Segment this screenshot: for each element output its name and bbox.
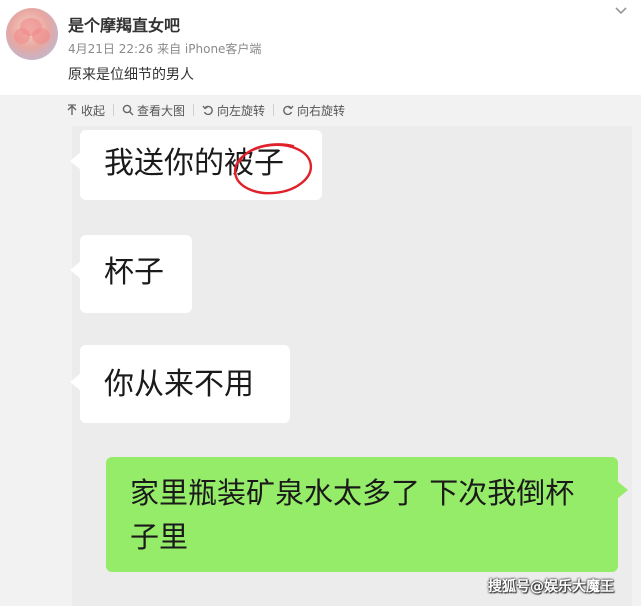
chat-message-text: 你从来不用: [104, 367, 254, 402]
bubble-tail: [70, 261, 81, 279]
username[interactable]: 是个摩羯直女吧: [68, 12, 180, 36]
rotate-left-label: 向左旋转: [217, 103, 266, 118]
rotate-right-button[interactable]: 向右旋转: [282, 102, 345, 119]
post-text: 原来是位细节的男人: [68, 67, 194, 83]
chat-message-text: 杯子: [104, 255, 164, 290]
chat-bubble-received: 杯子: [70, 235, 192, 313]
post-meta: 4月21日 22:26 来自 iPhone客户端: [68, 42, 262, 56]
collapse-icon: [67, 104, 77, 115]
collapse-button[interactable]: 收起: [66, 102, 105, 119]
rotate-right-icon: [283, 105, 294, 116]
rotate-left-button[interactable]: 向左旋转: [202, 102, 265, 119]
chat-bubble-received: 我送你的被子: [70, 130, 322, 200]
image-toolbar: 收起 查看大图 向左旋转 向右旋转: [66, 98, 351, 122]
user-avatar[interactable]: [6, 8, 58, 60]
chat-message-text: 家里瓶装矿泉水太多了 下次我倒杯子里: [130, 476, 575, 554]
rotate-left-icon: [202, 105, 213, 116]
bubble-tail: [70, 373, 81, 391]
avatar-flower-petal: [32, 28, 50, 44]
bubble-tail: [617, 481, 628, 499]
source-watermark: 搜狐号@娱乐大魔王: [488, 579, 614, 595]
bubble-tail: [70, 152, 81, 170]
avatar-flower-petal: [14, 28, 30, 44]
chat-bubble-sent: 家里瓶装矿泉水太多了 下次我倒杯子里: [106, 457, 628, 572]
view-large-button[interactable]: 查看大图: [122, 102, 185, 119]
toolbar-divider: [193, 104, 195, 116]
toolbar-divider: [273, 104, 275, 116]
collapse-label: 收起: [81, 103, 106, 118]
search-icon: [122, 104, 134, 116]
chat-message-text: 我送你的被子: [104, 146, 284, 181]
view-large-label: 查看大图: [137, 103, 186, 118]
chevron-down-icon[interactable]: [614, 4, 628, 18]
rotate-right-label: 向右旋转: [297, 103, 346, 118]
toolbar-divider: [113, 104, 115, 116]
chat-bubble-received: 你从来不用: [70, 345, 290, 423]
